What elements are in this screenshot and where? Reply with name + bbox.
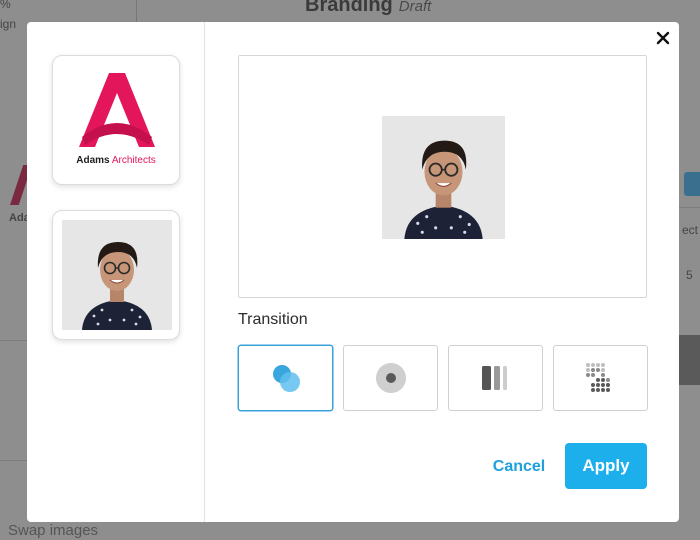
wipe-bars-icon: [481, 366, 507, 390]
person-photo-preview: [382, 116, 505, 239]
background-fragment: %: [0, 0, 11, 11]
blend-icon: [272, 365, 300, 392]
background-image-fragment: [678, 335, 700, 385]
close-icon: [656, 31, 670, 45]
transition-option-blend[interactable]: [238, 345, 333, 411]
transition-option-wipe[interactable]: [448, 345, 543, 411]
adams-architects-logo: [79, 73, 155, 147]
background-page-title: Branding Draft: [305, 0, 432, 16]
logo-brand-name: Adams Architects: [76, 155, 156, 166]
image-preview: [238, 55, 647, 298]
photo-thumbnail[interactable]: [52, 210, 180, 340]
image-transition-modal: Adams Architects Transition Cancel Apply: [27, 22, 679, 522]
logo-thumbnail[interactable]: Adams Architects: [52, 55, 180, 185]
transition-option-dissolve[interactable]: [553, 345, 648, 411]
background-fragment: ign: [0, 17, 17, 31]
person-photo-icon: [62, 220, 172, 330]
background-button: [684, 172, 700, 196]
close-button[interactable]: [653, 28, 673, 48]
background-fragment: 5: [686, 268, 693, 282]
transition-option-circle[interactable]: [343, 345, 438, 411]
transition-label: Transition: [238, 311, 308, 328]
circle-icon: [375, 363, 406, 393]
dissolve-dots-icon: [585, 363, 610, 392]
image-sidebar: Adams Architects: [27, 22, 205, 522]
background-fragment: ect: [682, 223, 699, 237]
apply-button[interactable]: Apply: [565, 443, 647, 489]
cancel-button[interactable]: Cancel: [484, 449, 554, 485]
background-swap-images-label: Swap images: [8, 522, 99, 539]
background-draft-badge: Draft: [398, 0, 432, 15]
